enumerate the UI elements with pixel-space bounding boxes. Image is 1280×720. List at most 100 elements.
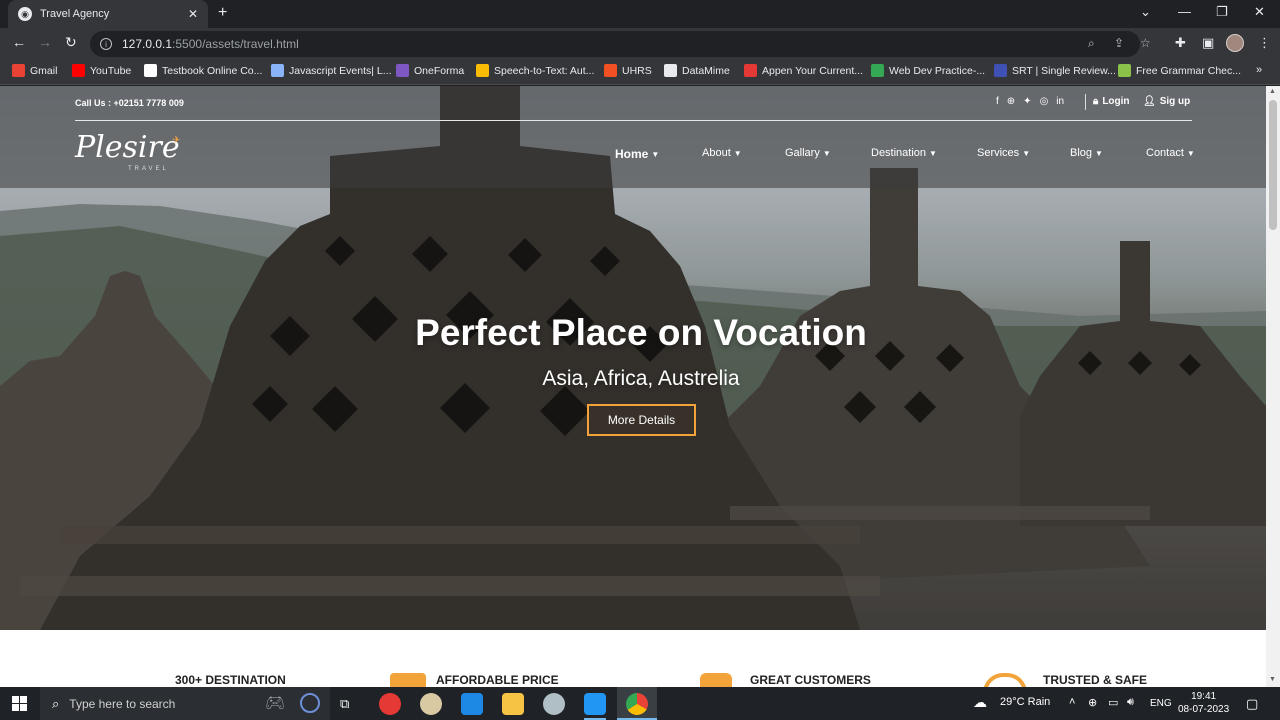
grammar-check-icon <box>1118 64 1131 77</box>
bookmark-gmail[interactable]: Gmail <box>12 64 57 77</box>
tab-strip: ◉ Travel Agency ✕ + ⌄ — ❐ ✕ <box>0 0 1280 28</box>
volume-icon[interactable]: 🔊︎ <box>1127 696 1134 709</box>
instagram-icon[interactable]: ◎ <box>1040 96 1049 107</box>
chevron-down-icon: ▼ <box>651 149 660 159</box>
task-view-icon[interactable]: ⧉ <box>340 696 349 712</box>
close-window-icon[interactable]: ✕ <box>1254 4 1265 20</box>
clock-app-icon[interactable] <box>420 693 442 715</box>
forward-icon[interactable]: → <box>38 34 52 50</box>
page-scrollbar[interactable]: ▲ ▼ <box>1266 86 1280 687</box>
minimize-icon[interactable]: — <box>1178 4 1191 19</box>
maximize-icon[interactable]: ❐ <box>1216 4 1228 20</box>
bookmark-oneforma[interactable]: OneForma <box>396 64 464 77</box>
youtube-icon <box>72 64 85 77</box>
feature-destination: 300+ DESTINATION <box>125 673 286 687</box>
chevron-down-icon: ▼ <box>1022 148 1031 158</box>
scroll-down-icon[interactable]: ▼ <box>1269 676 1276 683</box>
nav-home[interactable]: Home ▼ <box>615 147 659 161</box>
bookmark-web-dev-practice[interactable]: Web Dev Practice-... <box>871 64 985 77</box>
site-logo[interactable]: Plesire <box>75 130 180 165</box>
menu-kebab-icon[interactable]: ⋮ <box>1258 35 1271 51</box>
feature-trusted: TRUSTED & SAFE <box>983 673 1147 687</box>
weather-cloud-icon: ☁ <box>973 694 987 710</box>
bookmark-testbook[interactable]: Testbook Online Co... <box>144 64 262 77</box>
side-panel-icon[interactable]: ▣ <box>1202 35 1214 51</box>
chevron-up-icon[interactable]: ˄ <box>1069 696 1075 708</box>
snipping-tool-icon[interactable] <box>543 693 565 715</box>
more-bookmarks-icon[interactable]: » <box>1256 64 1262 76</box>
nav-blog[interactable]: Blog ▼ <box>1070 147 1103 159</box>
taskbar-clock[interactable]: 19:41 08-07-2023 <box>1178 690 1229 716</box>
language-indicator[interactable]: ENG <box>1150 698 1172 709</box>
feature-label: AFFORDABLE PRICE <box>436 673 559 687</box>
battery-icon[interactable]: ▭ <box>1108 696 1118 709</box>
testbook-icon <box>144 64 157 77</box>
more-details-button[interactable]: More Details <box>587 404 696 436</box>
screen-recorder-app-icon[interactable] <box>379 693 401 715</box>
bookmark-uhrs[interactable]: UHRS <box>604 64 652 77</box>
hero-section: Call Us : +02151 7778 009 f ⊕ ✦ ◎ in 🔒︎ … <box>0 86 1266 630</box>
feature-label: TRUSTED & SAFE <box>1043 673 1148 687</box>
bookmark-appen[interactable]: Appen Your Current... <box>744 64 863 77</box>
cortana-icon[interactable] <box>300 693 320 713</box>
close-tab-icon[interactable]: ✕ <box>188 7 198 21</box>
facebook-icon[interactable]: f <box>996 96 999 107</box>
site-info-icon[interactable]: i <box>100 38 112 50</box>
notification-icon[interactable]: ▢ <box>1246 696 1258 712</box>
bookmark-speech-to-text[interactable]: Speech-to-Text: Aut... <box>476 64 594 77</box>
feature-customers: GREAT CUSTOMERS <box>700 673 871 687</box>
bookmark-grammar[interactable]: Free Grammar Chec... <box>1118 64 1241 77</box>
vscode-app-icon[interactable] <box>584 693 606 715</box>
zoom-search-icon[interactable]: ⌕ <box>1088 36 1095 51</box>
feature-label: GREAT CUSTOMERS <box>750 673 871 687</box>
login-link[interactable]: 🔒︎ Login <box>1093 96 1130 107</box>
bookmark-star-icon[interactable]: ☆ <box>1140 36 1151 50</box>
file-explorer-icon[interactable] <box>502 693 524 715</box>
twitter-icon[interactable]: ✦ <box>1023 96 1031 107</box>
browser-toolbar: ← → ↻ i 127.0.0.1 :5500/assets/travel.ht… <box>0 28 1280 60</box>
tab-search-icon[interactable]: ⌄ <box>1140 4 1151 20</box>
nav-contact[interactable]: Contact ▼ <box>1146 147 1195 159</box>
bookmark-datamime[interactable]: DataMime <box>664 64 730 77</box>
browser-tab[interactable]: ◉ Travel Agency ✕ <box>8 0 208 28</box>
header-rule <box>75 120 1192 121</box>
scroll-thumb[interactable] <box>1269 100 1277 230</box>
search-icon: ⌕ <box>52 695 60 711</box>
url-host: 127.0.0.1 <box>122 37 173 51</box>
extensions-icon[interactable]: ✚ <box>1175 35 1186 51</box>
weather-text[interactable]: 29°C Rain <box>1000 696 1050 708</box>
scroll-up-icon[interactable]: ▲ <box>1269 88 1276 95</box>
windows-start-icon[interactable] <box>12 696 27 711</box>
signup-link[interactable]: 👤︎ Sig up <box>1143 96 1190 107</box>
linkedin-icon[interactable]: in <box>1056 96 1064 107</box>
bookmark-youtube[interactable]: YouTube <box>72 64 131 77</box>
new-tab-icon[interactable]: + <box>218 4 227 22</box>
nav-destination[interactable]: Destination ▼ <box>871 147 937 159</box>
customer-icon <box>700 673 732 687</box>
tab-title: Travel Agency <box>40 8 110 20</box>
bookmark-javascript-events[interactable]: Javascript Events| L... <box>271 64 392 77</box>
add-user-icon: 👤︎ <box>1143 96 1156 107</box>
share-icon[interactable]: ⇪ <box>1114 36 1124 50</box>
microsoft-icon <box>604 64 617 77</box>
chevron-down-icon: ▼ <box>822 148 831 158</box>
srt-icon <box>994 64 1007 77</box>
network-icon[interactable]: ⊕ <box>1088 696 1097 709</box>
profile-avatar[interactable] <box>1226 34 1244 52</box>
nav-about[interactable]: About ▼ <box>702 147 742 159</box>
bookmark-srt[interactable]: SRT | Single Review... <box>994 64 1116 77</box>
social-links: f ⊕ ✦ ◎ in <box>996 96 1064 107</box>
taskbar-search[interactable]: ⌕ Type here to search 🎮︎ <box>40 687 330 720</box>
nav-services[interactable]: Services ▼ <box>977 147 1030 159</box>
chevron-down-icon: ▼ <box>1186 148 1195 158</box>
appen-icon <box>744 64 757 77</box>
back-icon[interactable]: ← <box>12 34 26 50</box>
store-app-icon[interactable] <box>461 693 483 715</box>
windows-taskbar: ⌕ Type here to search 🎮︎ ⧉ ☁ 29°C Rain ˄… <box>0 687 1280 720</box>
chrome-app-icon[interactable] <box>626 693 648 715</box>
globe-icon[interactable]: ⊕ <box>1007 96 1015 107</box>
address-bar[interactable]: i 127.0.0.1 :5500/assets/travel.html ⌕ ⇪… <box>90 31 1151 57</box>
reload-icon[interactable]: ↻ <box>65 34 77 51</box>
nav-gallary[interactable]: Gallary ▼ <box>785 147 831 159</box>
sheets-icon <box>871 64 884 77</box>
